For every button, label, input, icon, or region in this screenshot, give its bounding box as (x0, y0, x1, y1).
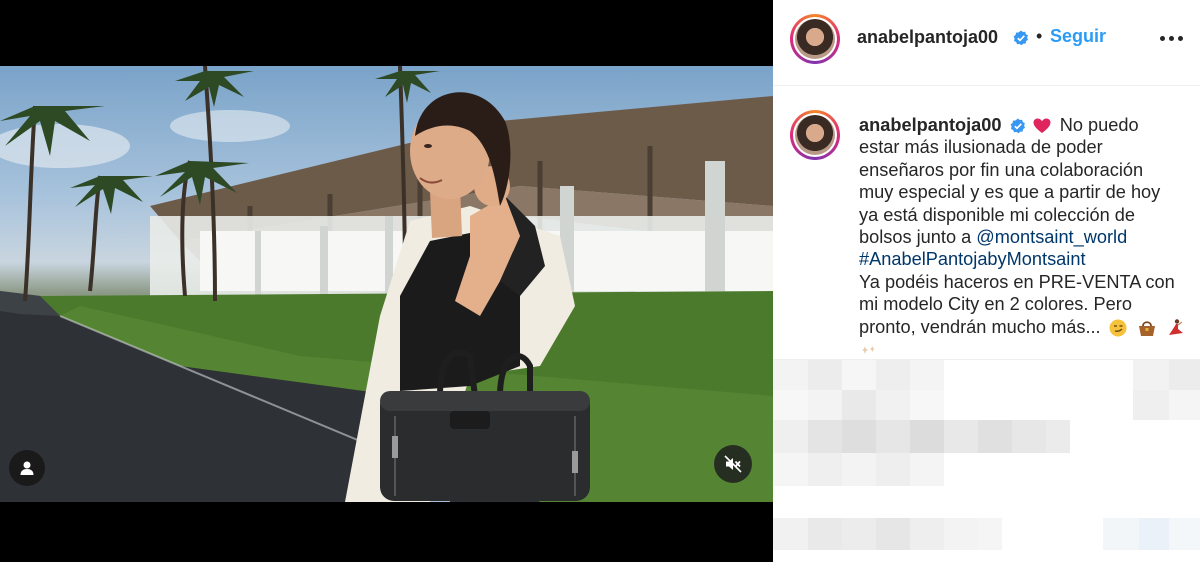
mute-button[interactable] (714, 445, 752, 483)
caption-text: anabelpantoja00 No puedo estar más ilusi… (859, 114, 1189, 359)
separator-dot: • (1036, 26, 1043, 46)
caption-text-line: No puedo (1059, 115, 1139, 135)
caption-username[interactable]: anabelpantoja00 (859, 115, 1002, 135)
more-dot (1178, 36, 1183, 41)
mention-link[interactable]: @montsaint_world (976, 227, 1127, 247)
red-heart-icon (1033, 118, 1051, 134)
handbag-emoji-icon (1138, 321, 1155, 336)
more-horizontal-icon (1160, 36, 1165, 41)
header-username[interactable]: anabelpantoja00 (857, 27, 998, 48)
caption-avatar[interactable] (790, 110, 840, 160)
sparkles-emoji-icon (862, 346, 875, 355)
video-scene (0, 66, 773, 502)
avatar-photo (795, 115, 835, 155)
caption-line: #AnabelPantojabyMontsaint (859, 248, 1189, 270)
dancer-emoji-icon (1168, 319, 1183, 335)
caption-line: bolsos junto a @montsaint_world (859, 226, 1189, 248)
verified-badge-icon (1010, 118, 1025, 134)
avatar[interactable] (790, 14, 840, 64)
video-player[interactable] (0, 0, 773, 562)
caption-text-line: estar más ilusionada de poder (859, 137, 1103, 158)
smirk-emoji-icon (1109, 319, 1127, 337)
pixelated-comments-area (773, 360, 1200, 562)
caption-line (859, 338, 1189, 359)
verified-badge-icon (1013, 30, 1028, 46)
caption-line: pronto, vendrán mucho más... (859, 316, 1189, 338)
caption-text-line: ya está disponible mi colección de (859, 204, 1136, 225)
video-frame[interactable] (0, 66, 773, 502)
caption-text-line: muy especial y es que a partir de hoy (859, 182, 1161, 203)
user-tag-icon (20, 461, 34, 475)
muted-speaker-icon (724, 455, 742, 473)
caption-text-line: enseñaros por fin una colaboración (859, 159, 1144, 180)
caption-text-line: bolsos junto a (859, 227, 972, 248)
user-tag-button[interactable] (9, 450, 45, 486)
caption-area: anabelpantoja00 No puedo estar más ilusi… (773, 87, 1200, 359)
more-dot (1169, 36, 1174, 41)
caption-line: anabelpantoja00 No puedo (859, 114, 1189, 136)
caption-text-line: pronto, vendrán mucho más... (859, 316, 1101, 337)
more-options-button[interactable] (1160, 36, 1186, 44)
caption-text-line: Ya podéis haceros en PRE-VENTA con (859, 271, 1175, 292)
post-sidebar: anabelpantoja00 • Seguir anabelpantoja00 (773, 0, 1200, 562)
hashtag-link[interactable]: #AnabelPantojabyMontsaint (859, 249, 1086, 269)
pixelation-mosaic (773, 360, 1200, 550)
post-header: anabelpantoja00 • Seguir (773, 0, 1200, 86)
caption-text-line: mi modelo City en 2 colores. Pero (859, 294, 1132, 315)
follow-button[interactable]: Seguir (1050, 26, 1106, 47)
avatar-photo (795, 19, 835, 59)
